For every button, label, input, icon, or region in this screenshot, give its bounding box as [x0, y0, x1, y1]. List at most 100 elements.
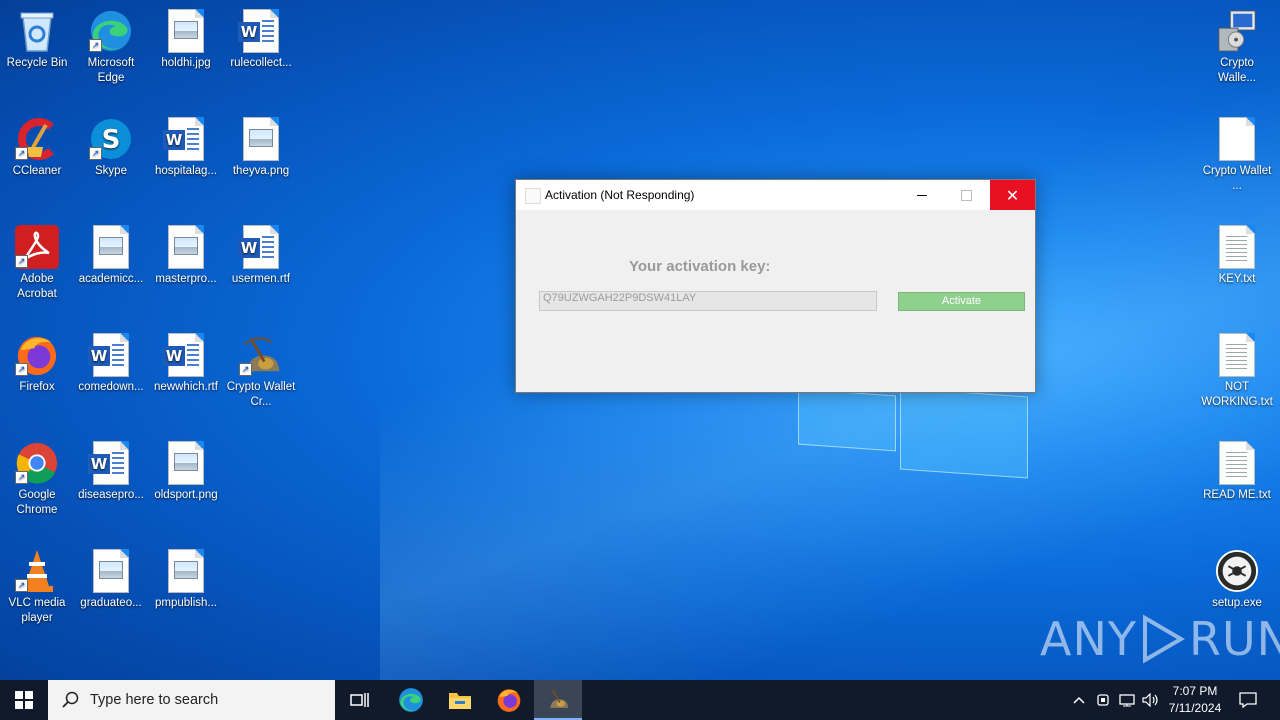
desktop-icon-key-txt[interactable]: KEY.txt	[1200, 220, 1274, 287]
image-file-icon	[164, 440, 208, 486]
desktop-icon-image-file[interactable]: masterpro...	[149, 220, 223, 287]
windows-logo-icon	[15, 691, 33, 709]
desktop-icon-crypto-wallet-shortcut[interactable]: ↗ Crypto Wallet Cr...	[224, 328, 298, 410]
tray-network-button[interactable]	[1116, 680, 1138, 720]
app-icon	[525, 188, 541, 204]
desktop-icon-crypto-wallet-file[interactable]: Crypto Wallet ...	[1200, 112, 1274, 194]
vlc-cone-icon: ↗	[15, 548, 59, 594]
word-document-icon: W	[88, 332, 133, 378]
desktop-icon-recycle-bin[interactable]: Recycle Bin	[0, 4, 74, 71]
desktop-icon-google-chrome[interactable]: ↗ Google Chrome	[0, 436, 74, 518]
desktop-icon-not-working-txt[interactable]: NOT WORKING.txt	[1200, 328, 1274, 410]
desktop-icon-word-file[interactable]: W diseasepro...	[74, 436, 148, 503]
show-hidden-icons-button[interactable]	[1068, 680, 1090, 720]
watermark-text-left: ANY	[1040, 612, 1137, 666]
desktop-icon-setup-exe[interactable]: setup.exe	[1200, 544, 1274, 611]
desktop-icon-label: academicc...	[78, 273, 144, 285]
desktop-icon-word-file[interactable]: W rulecollect...	[224, 4, 298, 71]
task-view-icon	[350, 693, 369, 707]
skype-icon: S ↗	[89, 116, 133, 162]
activation-key-field[interactable]: Q79UZWGAH22P9DSW41LAY	[539, 291, 877, 311]
word-document-icon: W	[238, 8, 283, 54]
task-view-button[interactable]	[336, 680, 384, 720]
desktop-icon-word-file[interactable]: W newwhich.rtf	[149, 328, 223, 395]
minimize-button[interactable]	[899, 180, 944, 210]
notifications-button[interactable]	[1234, 680, 1262, 720]
device-icon	[1097, 694, 1109, 706]
desktop-icon-skype[interactable]: S ↗ Skype	[74, 112, 148, 179]
desktop-icon-image-file[interactable]: holdhi.jpg	[149, 4, 223, 71]
taskbar-file-explorer-button[interactable]	[436, 680, 484, 720]
search-placeholder: Type here to search	[90, 692, 219, 708]
word-document-icon: W	[238, 224, 283, 270]
taskbar-edge-button[interactable]	[387, 680, 435, 720]
desktop-icon-image-file[interactable]: graduateo...	[74, 544, 148, 611]
disc-installer-icon	[1215, 548, 1259, 594]
image-file-icon	[89, 224, 133, 270]
desktop-icon-word-file[interactable]: W hospitalag...	[149, 112, 223, 179]
anyrun-watermark: ANY RUN	[1040, 612, 1280, 666]
maximize-button[interactable]	[944, 180, 989, 210]
word-document-icon: W	[163, 116, 208, 162]
shortcut-arrow-icon: ↗	[239, 363, 252, 376]
pickaxe-miner-icon	[550, 689, 568, 708]
edge-icon	[399, 688, 423, 712]
close-icon: ✕	[1005, 185, 1020, 205]
clock-time: 7:07 PM	[1172, 684, 1218, 698]
text-file-icon	[1215, 440, 1259, 486]
taskbar-clock[interactable]: 7:07 PM 7/11/2024	[1160, 683, 1230, 717]
taskbar-search-box[interactable]: Type here to search	[48, 680, 335, 720]
tray-device-button[interactable]	[1092, 680, 1114, 720]
tray-volume-button[interactable]	[1140, 680, 1162, 720]
desktop-icon-ccleaner[interactable]: ↗ CCleaner	[0, 112, 74, 179]
shortcut-arrow-icon: ↗	[89, 39, 102, 52]
desktop-icon-label: NOT WORKING.txt	[1201, 381, 1273, 408]
desktop-icon-image-file[interactable]: pmpublish...	[149, 544, 223, 611]
close-button[interactable]: ✕	[990, 180, 1035, 210]
desktop-icon-label: READ ME.txt	[1203, 489, 1271, 501]
desktop-icon-label: rulecollect...	[230, 57, 292, 69]
watermark-text-right: RUN	[1188, 612, 1280, 666]
desktop-icon-crypto-wallet-installer[interactable]: Crypto Walle...	[1200, 4, 1274, 86]
image-file-icon	[239, 116, 283, 162]
desktop-icon-label: VLC media player	[8, 597, 66, 624]
edge-icon: ↗	[89, 8, 133, 54]
minimize-icon	[916, 194, 927, 196]
clock-date: 7/11/2024	[1168, 701, 1222, 715]
recycle-bin-icon	[15, 8, 59, 54]
activation-dialog: Activation (Not Responding) ✕ Your activ…	[515, 179, 1036, 393]
desktop-icon-label: theyva.png	[232, 165, 290, 177]
desktop-icon-label: graduateo...	[80, 597, 142, 609]
desktop-icon-label: Recycle Bin	[6, 57, 68, 69]
desktop-icon-word-file[interactable]: W comedown...	[74, 328, 148, 395]
desktop-icon-adobe-acrobat[interactable]: ↗ Adobe Acrobat	[0, 220, 74, 302]
image-file-icon	[89, 548, 133, 594]
desktop-icon-label: masterpro...	[155, 273, 217, 285]
desktop-icon-microsoft-edge[interactable]: ↗ Microsoft Edge	[74, 4, 148, 86]
word-document-icon: W	[163, 332, 208, 378]
network-icon	[1119, 694, 1135, 707]
desktop-icon-firefox[interactable]: ↗ Firefox	[0, 328, 74, 395]
shortcut-arrow-icon: ↗	[15, 147, 28, 160]
desktop-icon-label: Firefox	[19, 381, 55, 393]
desktop-icon-image-file[interactable]: theyva.png	[224, 112, 298, 179]
taskbar-firefox-button[interactable]	[485, 680, 533, 720]
desktop-icon-word-file[interactable]: W usermen.rtf	[224, 220, 298, 287]
image-file-icon	[164, 224, 208, 270]
dialog-titlebar[interactable]: Activation (Not Responding) ✕	[516, 180, 1035, 210]
desktop-icon-label: pmpublish...	[154, 597, 217, 609]
desktop-icon-read-me-txt[interactable]: READ ME.txt	[1200, 436, 1274, 503]
chevron-up-icon	[1073, 696, 1085, 704]
desktop-icon-vlc[interactable]: ↗ VLC media player	[0, 544, 74, 626]
taskbar-crypto-wallet-button[interactable]	[534, 680, 582, 720]
activate-button[interactable]: Activate	[898, 292, 1025, 311]
start-button[interactable]	[0, 680, 48, 720]
image-file-icon	[164, 8, 208, 54]
desktop-icon-label: Microsoft Edge	[87, 57, 135, 84]
desktop-icon-image-file[interactable]: oldsport.png	[149, 436, 223, 503]
maximize-icon	[961, 189, 972, 201]
shortcut-arrow-icon: ↗	[15, 363, 28, 376]
search-icon	[62, 691, 79, 708]
desktop-icon-image-file[interactable]: academicc...	[74, 220, 148, 287]
desktop-icon-label: Crypto Walle...	[1218, 57, 1256, 84]
